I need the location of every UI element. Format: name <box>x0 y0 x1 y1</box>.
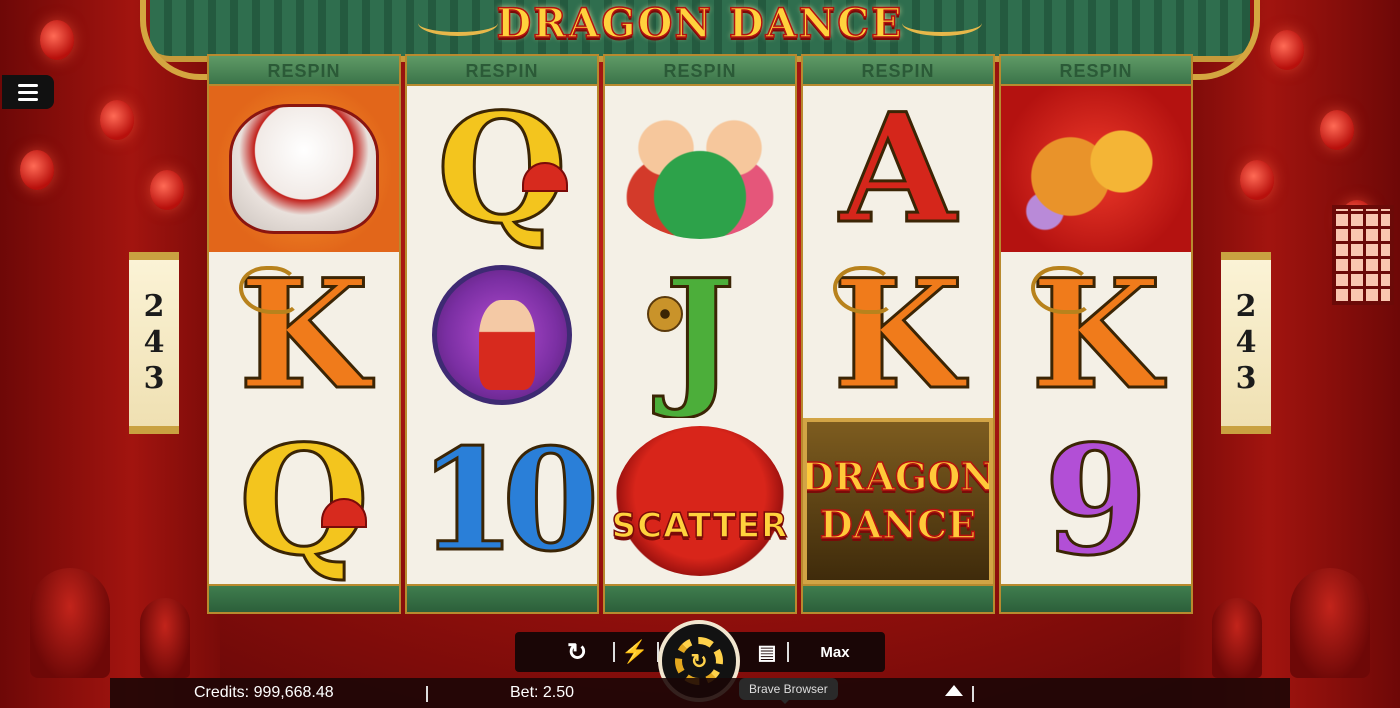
credits-readout: Credits: 999,668.48 <box>194 684 334 701</box>
symbol-scatter: SCATTER <box>605 418 795 584</box>
hamburger-menu-icon[interactable] <box>2 75 54 109</box>
guardian-lion-statue-left <box>30 568 110 678</box>
guardian-lion-statue-right <box>1290 568 1370 678</box>
dragon-icon <box>1011 94 1181 244</box>
logo-line: DRAGON <box>803 453 993 500</box>
symbol-10: 10 <box>407 418 597 584</box>
lantern-decoration <box>20 150 54 190</box>
cymbal-woman-icon <box>432 265 572 405</box>
coin-icon <box>647 296 683 332</box>
reel-footer <box>803 584 993 612</box>
symbol-k: K <box>1001 252 1191 418</box>
lantern-decoration <box>1240 160 1274 200</box>
symbol-k: K <box>209 252 399 418</box>
ways-digit: 3 <box>1235 361 1257 396</box>
symbol-j: J <box>605 252 795 418</box>
reel-footer <box>407 584 597 612</box>
separator <box>426 686 428 702</box>
guardian-lion-statue-left-small <box>140 598 190 678</box>
dancers-icon <box>615 99 785 239</box>
lantern-decoration <box>1320 110 1354 150</box>
reel-2: RESPIN Q 10 <box>405 54 599 614</box>
reel-footer <box>209 584 399 612</box>
scatter-label: SCATTER <box>611 505 789 547</box>
respin-button[interactable]: RESPIN <box>209 56 399 86</box>
lantern-decoration <box>1270 30 1304 70</box>
symbol-lion-dance <box>209 86 399 252</box>
ways-scroll-left: 2 4 3 <box>129 252 179 434</box>
separator <box>972 686 974 702</box>
respin-button[interactable]: RESPIN <box>605 56 795 86</box>
lantern-decoration <box>150 170 184 210</box>
separator <box>787 642 789 662</box>
reel-1: RESPIN K Q <box>207 54 401 614</box>
symbol-dragon-dance-logo: DRAGON DANCE <box>803 418 993 584</box>
lion-dance-icon <box>229 104 379 234</box>
reel-footer <box>1001 584 1191 612</box>
symbol-9: 9 <box>1001 418 1191 584</box>
ways-digit: 4 <box>1235 325 1257 360</box>
autoplay-icon[interactable]: ↻ <box>559 632 595 672</box>
lightning-icon[interactable]: ⚡ <box>621 632 649 672</box>
symbol-dragon <box>1001 86 1191 252</box>
respin-button[interactable]: RESPIN <box>407 56 597 86</box>
symbol-q: Q <box>407 86 597 252</box>
reel-4: RESPIN A K DRAGON DANCE <box>801 54 995 614</box>
logo-line: DANCE <box>819 501 977 548</box>
ways-digit: 2 <box>1235 289 1257 324</box>
separator <box>613 642 615 662</box>
ways-scroll-right: 2 4 3 <box>1221 252 1271 434</box>
max-bet-button[interactable]: Max <box>811 632 859 672</box>
symbol-letter: 9 <box>1042 418 1149 584</box>
symbol-k: K <box>803 252 993 418</box>
lattice-window <box>1332 205 1394 305</box>
reel-footer <box>605 584 795 612</box>
symbol-cymbal-woman <box>407 252 597 418</box>
symbol-letter: J <box>663 252 737 418</box>
lantern-decoration <box>40 20 74 60</box>
lantern-decoration <box>100 100 134 140</box>
expand-arrow-icon[interactable] <box>945 685 963 696</box>
symbol-letter: 10 <box>417 419 597 583</box>
symbol-a: A <box>803 86 993 252</box>
guardian-lion-statue-right-small <box>1212 598 1262 678</box>
symbol-q: Q <box>209 418 399 584</box>
status-bar: Credits: 999,668.48 Bet: 2.50 <box>110 678 1290 708</box>
dragon-dance-logo-icon: DRAGON DANCE <box>803 453 993 549</box>
game-title: DRAGON DANCE <box>496 0 904 48</box>
reel-3: RESPIN J SCATTER <box>603 54 797 614</box>
ways-digit: 4 <box>143 325 165 360</box>
browser-tooltip: Brave Browser <box>739 678 838 704</box>
respin-button[interactable]: RESPIN <box>1001 56 1191 86</box>
symbol-letter: A <box>838 86 957 252</box>
bet-readout: Bet: 2.50 <box>510 684 575 701</box>
coin-stack-icon[interactable]: ▤ <box>749 632 785 672</box>
ways-digit: 2 <box>143 289 165 324</box>
reel-grid: RESPIN K Q RESPIN Q 10 RESPIN J SCATTER … <box>207 54 1193 614</box>
reel-5: RESPIN K 9 <box>999 54 1193 614</box>
respin-button[interactable]: RESPIN <box>803 56 993 86</box>
ways-digit: 3 <box>143 361 165 396</box>
symbol-dancers <box>605 86 795 252</box>
firecracker-icon: SCATTER <box>611 426 788 576</box>
